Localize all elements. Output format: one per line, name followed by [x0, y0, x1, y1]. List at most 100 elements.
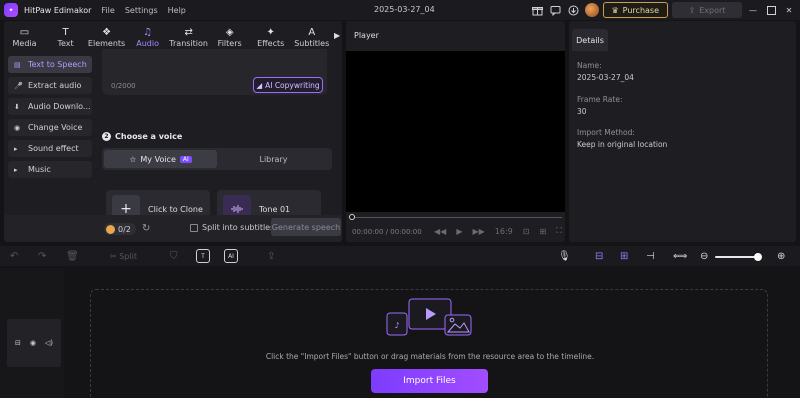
aspect-ratio-select[interactable]: 16:9 [495, 227, 513, 236]
track-lock-icon[interactable]: ⊟ [15, 339, 21, 347]
download-icon[interactable] [567, 3, 581, 17]
sidebar-item-audio-download[interactable]: ⬇ Audio Downlo... [8, 98, 92, 115]
voice-icon: ◉ [14, 123, 21, 132]
split-label: Split [119, 251, 137, 261]
previous-frame-icon[interactable]: ◀◀ [434, 227, 446, 236]
app-name: HitPaw Edimakor [24, 5, 92, 15]
tab-label: Media [12, 39, 37, 48]
choose-voice-heading: 2 Choose a voice [102, 132, 182, 141]
zoom-in-icon[interactable]: ⊕ [777, 249, 785, 263]
text-tool-icon[interactable]: T [196, 249, 210, 263]
tab-label: Subtitles [294, 39, 330, 48]
undo-icon[interactable]: ↶ [10, 249, 18, 263]
sidebar-item-text-to-speech[interactable]: ▤ Text to Speech [8, 56, 92, 73]
snapshot-icon[interactable]: ⊡ [523, 227, 530, 236]
text-icon: T [62, 27, 69, 38]
close-icon[interactable]: ✕ [782, 3, 796, 17]
sidebar-item-sound-effect[interactable]: ▸ Sound effect [8, 140, 92, 157]
fullscreen-icon[interactable]: ⛶ [556, 226, 562, 236]
tab-elements[interactable]: ❖ Elements [86, 21, 127, 50]
microphone-icon[interactable]: 🎙 [558, 249, 571, 263]
chevron-right-icon[interactable]: ▶ [332, 21, 342, 50]
tab-label: Audio [136, 39, 159, 48]
generate-speech-button[interactable]: Generate speech [271, 218, 341, 236]
frame-rate-value: 30 [577, 107, 587, 116]
tab-filters[interactable]: ◈ Filters [209, 21, 250, 50]
checkbox-box[interactable] [190, 223, 198, 232]
tab-label: Transition [169, 39, 208, 48]
step-number: 2 [102, 132, 111, 141]
zoom-slider[interactable] [715, 256, 759, 258]
audio-sidebar: ▤ Text to Speech 🎤 Extract audio ⬇ Audio Do… [8, 56, 92, 182]
tab-effects[interactable]: ✦ Effects [250, 21, 291, 50]
sidebar-item-label: Audio Downlo... [28, 102, 91, 111]
expand-arrow-icon: ▸ [14, 165, 18, 174]
grid-icon[interactable]: ⊞ [539, 227, 546, 236]
sidebar-item-extract-audio[interactable]: 🎤 Extract audio [8, 77, 92, 94]
document-title: 2025-03-27_04 [374, 5, 435, 14]
tab-audio[interactable]: ♫ Audio [127, 21, 168, 50]
zoom-handle[interactable] [754, 253, 762, 261]
menu-file[interactable]: File [101, 6, 114, 15]
user-avatar[interactable] [584, 3, 599, 17]
next-frame-icon[interactable]: ▶▶ [472, 227, 484, 236]
message-icon[interactable] [549, 3, 563, 17]
tab-details[interactable]: Details [572, 29, 608, 51]
filters-icon: ◈ [225, 27, 234, 38]
split-button[interactable]: ✂ Split [110, 249, 137, 263]
zoom-out-icon[interactable]: ⊖ [700, 249, 708, 263]
tab-media[interactable]: ▭ Media [4, 21, 45, 50]
tab-label: Library [259, 154, 288, 164]
redo-icon[interactable]: ↷ [38, 249, 46, 263]
shield-icon[interactable]: ⛉ [170, 249, 178, 263]
tab-subtitles[interactable]: A Subtitles [291, 21, 332, 50]
import-clip-icon[interactable]: ⇪ [267, 249, 275, 263]
tab-text[interactable]: T Text [45, 21, 86, 50]
scrub-handle[interactable] [349, 214, 355, 220]
minimize-icon[interactable]: — [746, 3, 760, 17]
tts-action-bar: 0/2 ↻ Split into subtitles Generate spee… [4, 215, 342, 242]
preview-screen[interactable] [346, 51, 565, 212]
tab-label: Elements [87, 39, 126, 48]
elements-icon: ❖ [102, 27, 112, 38]
track-split-icon[interactable]: ⊣ [646, 249, 655, 263]
refresh-icon[interactable]: ↻ [142, 223, 150, 234]
tab-library[interactable]: Library [217, 150, 330, 168]
split-subtitles-checkbox[interactable]: Split into subtitles [190, 223, 274, 232]
star-icon: ☆ [129, 154, 137, 164]
name-value: 2025-03-27_04 [577, 73, 634, 82]
menu-settings[interactable]: Settings [125, 6, 158, 15]
maximize-icon[interactable] [764, 3, 778, 17]
play-icon[interactable]: ▶ [456, 227, 462, 236]
track-visibility-icon[interactable]: ◉ [30, 339, 36, 347]
delete-icon[interactable]: 🗑 [66, 249, 79, 263]
export-button[interactable]: ⇪ Export [672, 2, 742, 18]
import-files-button[interactable]: Import Files [371, 369, 488, 393]
scrub-track[interactable] [352, 217, 562, 218]
menu-help[interactable]: Help [168, 6, 186, 15]
sidebar-item-label: Text to Speech [28, 60, 87, 69]
export-label: Export [699, 5, 726, 15]
ai-tool-icon[interactable]: AI [224, 249, 238, 263]
link-clips-icon[interactable]: ⊟ [595, 249, 603, 263]
ai-copywriting-button[interactable]: ◢ AI Copywriting [253, 77, 323, 93]
card-label: Tone 01 [259, 204, 291, 214]
media-icon: ▭ [19, 27, 30, 38]
sidebar-item-change-voice[interactable]: ◉ Change Voice [8, 119, 92, 136]
svg-text:♪: ♪ [394, 321, 399, 330]
credit-value: 0/2 [118, 224, 131, 234]
tab-my-voice[interactable]: ☆ My Voice AI [104, 150, 217, 168]
sidebar-item-music[interactable]: ▸ Music [8, 161, 92, 178]
purchase-button[interactable]: ♛ Purchase [602, 2, 668, 18]
tab-label: Filters [217, 39, 242, 48]
resource-tabs: ▭ Media T Text ❖ Elements ♫ Audio ⇄ Transitio… [4, 21, 342, 50]
voice-tabs: ☆ My Voice AI Library [102, 148, 332, 170]
expand-arrow-icon: ▸ [14, 144, 18, 153]
track-mute-icon[interactable]: ◁) [45, 339, 53, 347]
sparkle-icon: ◢ [256, 80, 263, 90]
snap-icon[interactable]: ⊞ [620, 249, 628, 263]
sidebar-item-label: Music [28, 165, 51, 174]
gift-icon[interactable] [531, 3, 545, 17]
tab-transition[interactable]: ⇄ Transition [168, 21, 209, 50]
fit-timeline-icon[interactable]: ⟺ [673, 249, 687, 263]
